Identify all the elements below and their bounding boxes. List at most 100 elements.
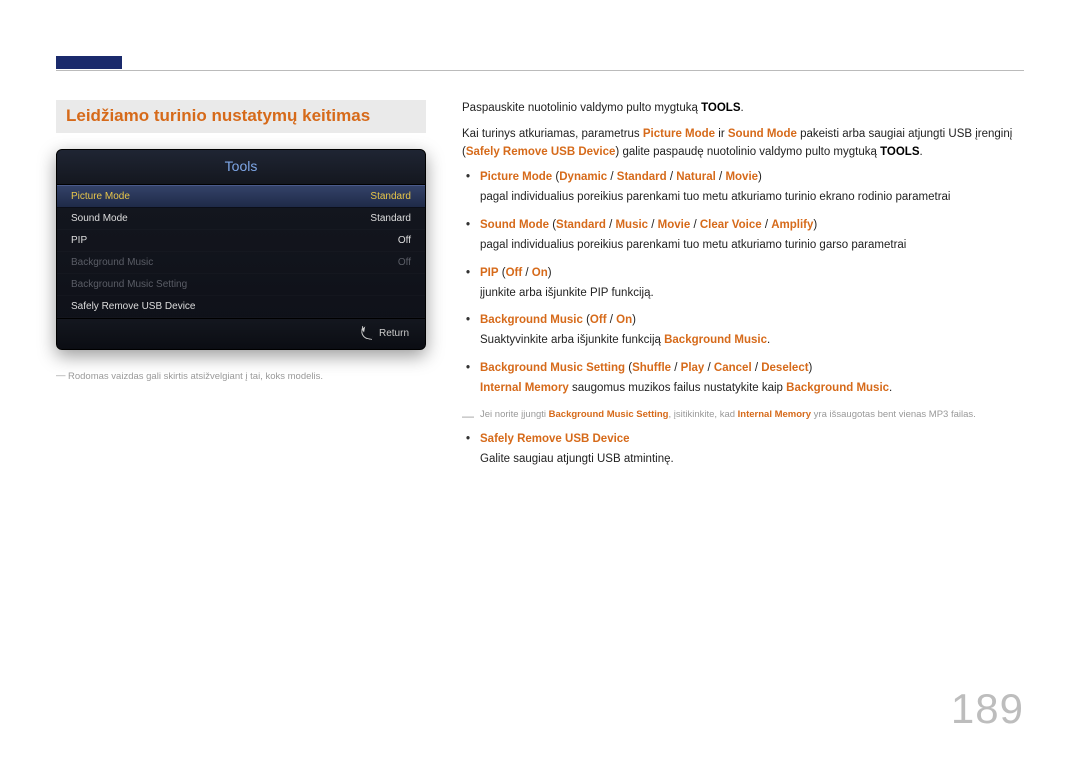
opt: Standard: [556, 219, 606, 231]
kw: Safely Remove USB Device: [480, 433, 630, 445]
item-desc: Suaktyvinkite arba išjunkite funkciją Ba…: [480, 332, 1024, 350]
opt: Cancel: [714, 362, 752, 374]
opt: Off: [590, 314, 607, 326]
item-desc: pagal individualius poreikius parenkami …: [480, 237, 1024, 255]
mid-note: Jei norite įjungti Background Music Sett…: [462, 408, 1024, 422]
text: .: [889, 382, 892, 394]
text: ir: [715, 128, 728, 140]
kw: Internal Memory: [738, 409, 811, 420]
text: Paspauskite nuotolinio valdymo pulto myg…: [462, 102, 701, 114]
item-sound-mode: Sound Mode (Standard / Music / Movie / C…: [462, 217, 1024, 255]
sep: /: [690, 219, 700, 231]
menu-label: Picture Mode: [71, 191, 130, 202]
menu-value: Off: [398, 235, 411, 246]
section-heading: Leidžiamo turinio nustatymų keitimas: [56, 100, 426, 133]
opt: Standard: [617, 171, 667, 183]
menu-row-bg-music-setting: Background Music Setting: [57, 274, 425, 296]
header-rule: [56, 56, 1024, 71]
kw-picture-mode: Picture Mode: [643, 128, 715, 140]
text: ): [548, 267, 552, 279]
text: ): [632, 314, 636, 326]
text: (: [499, 267, 506, 279]
menu-value: Off: [398, 257, 411, 268]
intro-line: Paspauskite nuotolinio valdymo pulto myg…: [462, 100, 1024, 118]
opt: Off: [506, 267, 523, 279]
menu-row-pip[interactable]: PIP Off: [57, 230, 425, 252]
sep: /: [522, 267, 532, 279]
menu-label: Background Music: [71, 257, 153, 268]
page-layout: Leidžiamo turinio nustatymų keitimas Too…: [56, 100, 1024, 479]
opt: Natural: [676, 171, 716, 183]
text: , įsitikinkite, kad: [668, 409, 737, 420]
sep: /: [762, 219, 772, 231]
opt: Deselect: [761, 362, 808, 374]
opt: Amplify: [771, 219, 813, 231]
settings-list: Picture Mode (Dynamic / Standard / Natur…: [462, 169, 1024, 397]
text: ): [809, 362, 813, 374]
device-menu: Picture Mode Standard Sound Mode Standar…: [57, 185, 425, 318]
device-tools-panel: Tools Picture Mode Standard Sound Mode S…: [56, 149, 426, 350]
intro-para: Kai turinys atkuriamas, parametrus Pictu…: [462, 126, 1024, 162]
text: Kai turinys atkuriamas, parametrus: [462, 128, 643, 140]
menu-label: Background Music Setting: [71, 279, 187, 290]
kw-sound-mode: Sound Mode: [728, 128, 797, 140]
item-desc: Galite saugiau atjungti USB atmintinę.: [480, 451, 1024, 469]
menu-row-picture-mode[interactable]: Picture Mode Standard: [57, 185, 425, 208]
item-desc: pagal individualius poreikius parenkami …: [480, 189, 1024, 207]
item-picture-mode: Picture Mode (Dynamic / Standard / Natur…: [462, 169, 1024, 207]
tools-keyword: TOOLS: [701, 102, 740, 114]
menu-value: Standard: [370, 191, 411, 202]
return-icon: [360, 326, 374, 340]
menu-row-sound-mode[interactable]: Sound Mode Standard: [57, 208, 425, 230]
text: (: [583, 314, 590, 326]
sep: /: [671, 362, 681, 374]
item-desc: Internal Memory saugomus muzikos failus …: [480, 380, 1024, 398]
kw: Background Music: [664, 334, 767, 346]
kw: Background Music: [480, 314, 583, 326]
opt: Shuffle: [632, 362, 671, 374]
kw: Background Music: [786, 382, 889, 394]
sep: /: [704, 362, 714, 374]
kw: Internal Memory: [480, 382, 569, 394]
menu-row-safely-remove[interactable]: Safely Remove USB Device: [57, 296, 425, 318]
opt: On: [532, 267, 548, 279]
device-panel-title: Tools: [57, 150, 425, 185]
text: ): [758, 171, 762, 183]
sep: /: [752, 362, 762, 374]
header-accent: [56, 56, 122, 69]
opt: Movie: [658, 219, 691, 231]
item-bg-music-setting: Background Music Setting (Shuffle / Play…: [462, 360, 1024, 398]
sep: /: [648, 219, 658, 231]
item-pip: PIP (Off / On) įjunkite arba išjunkite P…: [462, 265, 1024, 303]
text: yra išsaugotas bent vienas MP3 failas.: [811, 409, 976, 420]
text: .: [767, 334, 770, 346]
menu-label: Safely Remove USB Device: [71, 301, 196, 312]
sep: /: [716, 171, 726, 183]
settings-list-2: Safely Remove USB Device Galite saugiau …: [462, 431, 1024, 469]
left-footnote: Rodomas vaizdas gali skirtis atsižvelgia…: [56, 370, 426, 383]
text: .: [741, 102, 744, 114]
text: .: [920, 146, 923, 158]
menu-label: PIP: [71, 235, 87, 246]
opt: Music: [615, 219, 648, 231]
kw: Picture Mode: [480, 171, 552, 183]
sep: /: [607, 171, 617, 183]
text: ) galite paspaudę nuotolinio valdymo pul…: [615, 146, 880, 158]
item-safely-remove: Safely Remove USB Device Galite saugiau …: [462, 431, 1024, 469]
right-column: Paspauskite nuotolinio valdymo pulto myg…: [462, 100, 1024, 479]
text: Jei norite įjungti: [480, 409, 549, 420]
return-label[interactable]: Return: [379, 328, 409, 339]
left-column: Leidžiamo turinio nustatymų keitimas Too…: [56, 100, 426, 479]
opt: Play: [681, 362, 705, 374]
menu-value: Standard: [370, 213, 411, 224]
menu-row-bg-music: Background Music Off: [57, 252, 425, 274]
kw: Background Music Setting: [480, 362, 625, 374]
page-number: 189: [951, 685, 1024, 733]
sep: /: [607, 314, 617, 326]
item-desc: įjunkite arba išjunkite PIP funkciją.: [480, 285, 1024, 303]
kw-safely-remove: Safely Remove USB Device: [466, 146, 616, 158]
opt: Movie: [725, 171, 758, 183]
text: saugomus muzikos failus nustatykite kaip: [569, 382, 786, 394]
sep: /: [667, 171, 677, 183]
kw: PIP: [480, 267, 499, 279]
